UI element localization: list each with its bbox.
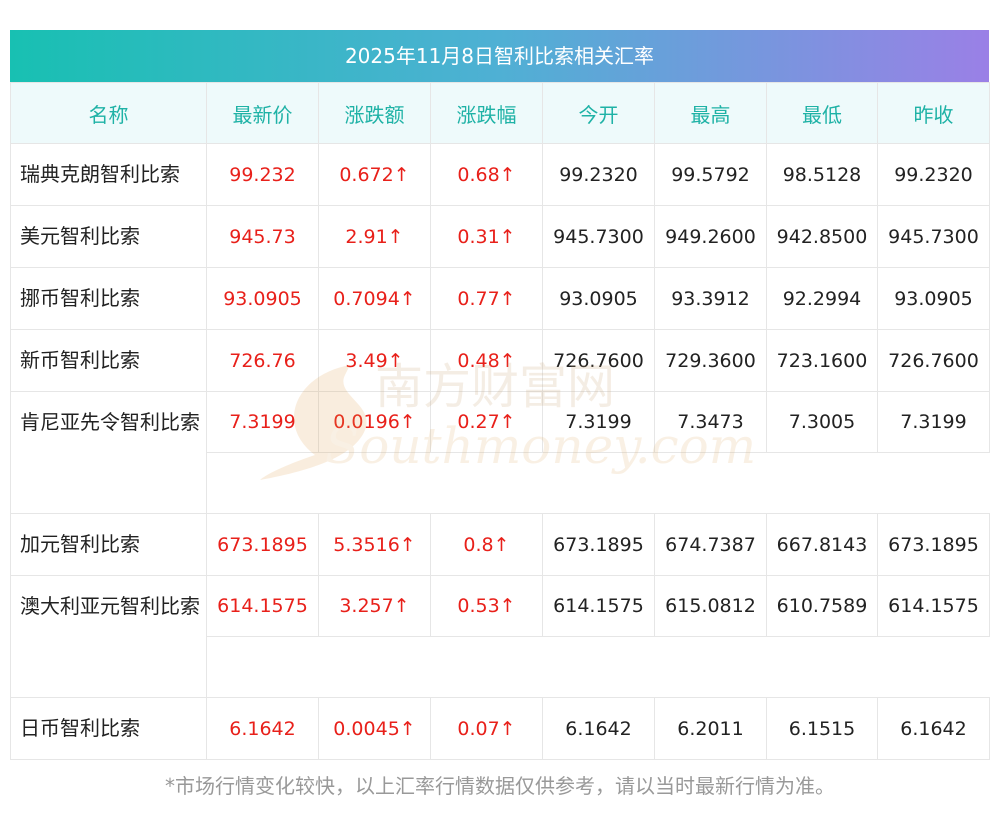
- table-title: 2025年11月8日智利比索相关汇率: [10, 30, 989, 82]
- currency-name: 澳大利亚元智利比索: [10, 575, 207, 698]
- high-price: 93.3912: [654, 267, 767, 330]
- header-name: 名称: [10, 82, 207, 144]
- header-change: 涨跌额: [318, 82, 431, 144]
- low-price: 6.1515: [766, 697, 878, 760]
- latest-price: 614.1575: [206, 575, 319, 637]
- high-price: 615.0812: [654, 575, 767, 637]
- open-price: 726.7600: [542, 329, 655, 392]
- header-low: 最低: [766, 82, 878, 144]
- header-change-pct: 涨跌幅: [430, 82, 543, 144]
- prev-close: 726.7600: [877, 329, 990, 392]
- disclaimer-footnote: *市场行情变化较快，以上汇率行情数据仅供参考，请以当时最新行情为准。: [165, 774, 835, 798]
- table-row: 挪币智利比索 93.0905 0.7094↑ 0.77↑ 93.0905 93.…: [10, 267, 990, 330]
- change-percent: 0.48↑: [430, 329, 543, 392]
- prev-close: 614.1575: [877, 575, 990, 637]
- prev-close: 945.7300: [877, 205, 990, 268]
- low-price: 7.3005: [766, 391, 878, 453]
- change-amount: 0.0196↑: [318, 391, 431, 453]
- open-price: 614.1575: [542, 575, 655, 637]
- low-price: 723.1600: [766, 329, 878, 392]
- open-price: 945.7300: [542, 205, 655, 268]
- prev-close: 99.2320: [877, 143, 990, 206]
- prev-close: 673.1895: [877, 513, 990, 576]
- open-price: 93.0905: [542, 267, 655, 330]
- table-row: 肯尼亚先令智利比索 7.3199 0.0196↑ 0.27↑ 7.3199 7.…: [10, 391, 990, 514]
- change-amount: 5.3516↑: [318, 513, 431, 576]
- open-price: 7.3199: [542, 391, 655, 453]
- open-price: 99.2320: [542, 143, 655, 206]
- high-price: 674.7387: [654, 513, 767, 576]
- table-row: 瑞典克朗智利比索 99.232 0.672↑ 0.68↑ 99.2320 99.…: [10, 143, 990, 206]
- change-percent: 0.53↑: [430, 575, 543, 637]
- open-price: 6.1642: [542, 697, 655, 760]
- latest-price: 7.3199: [206, 391, 319, 453]
- high-price: 949.2600: [654, 205, 767, 268]
- low-price: 92.2994: [766, 267, 878, 330]
- latest-price: 945.73: [206, 205, 319, 268]
- table-row: 美元智利比索 945.73 2.91↑ 0.31↑ 945.7300 949.2…: [10, 205, 990, 268]
- table-header-row: 名称 最新价 涨跌额 涨跌幅 今开 最高 最低 昨收: [10, 82, 990, 144]
- high-price: 6.2011: [654, 697, 767, 760]
- currency-name: 加元智利比索: [10, 513, 207, 576]
- table-row: 澳大利亚元智利比索 614.1575 3.257↑ 0.53↑ 614.1575…: [10, 575, 990, 698]
- latest-price: 726.76: [206, 329, 319, 392]
- prev-close: 7.3199: [877, 391, 990, 453]
- low-price: 610.7589: [766, 575, 878, 637]
- currency-name: 瑞典克朗智利比索: [10, 143, 207, 206]
- change-amount: 0.0045↑: [318, 697, 431, 760]
- low-price: 942.8500: [766, 205, 878, 268]
- latest-price: 99.232: [206, 143, 319, 206]
- prev-close: 93.0905: [877, 267, 990, 330]
- change-percent: 0.27↑: [430, 391, 543, 453]
- currency-name: 肯尼亚先令智利比索: [10, 391, 207, 514]
- change-percent: 0.31↑: [430, 205, 543, 268]
- header-open: 今开: [542, 82, 655, 144]
- prev-close: 6.1642: [877, 697, 990, 760]
- currency-name: 新币智利比索: [10, 329, 207, 392]
- table-row: 加元智利比索 673.1895 5.3516↑ 0.8↑ 673.1895 67…: [10, 513, 990, 576]
- change-amount: 3.49↑: [318, 329, 431, 392]
- table-row: 日币智利比索 6.1642 0.0045↑ 0.07↑ 6.1642 6.201…: [10, 697, 990, 760]
- change-percent: 0.68↑: [430, 143, 543, 206]
- header-latest: 最新价: [206, 82, 319, 144]
- low-price: 667.8143: [766, 513, 878, 576]
- open-price: 673.1895: [542, 513, 655, 576]
- rates-table: 名称 最新价 涨跌额 涨跌幅 今开 最高 最低 昨收 瑞典克朗智利比索 99.2…: [10, 82, 990, 760]
- change-amount: 2.91↑: [318, 205, 431, 268]
- empty-cell: [206, 452, 990, 514]
- low-price: 98.5128: [766, 143, 878, 206]
- change-percent: 0.07↑: [430, 697, 543, 760]
- currency-name: 美元智利比索: [10, 205, 207, 268]
- currency-name: 挪币智利比索: [10, 267, 207, 330]
- header-high: 最高: [654, 82, 767, 144]
- empty-cell: [206, 636, 990, 698]
- latest-price: 673.1895: [206, 513, 319, 576]
- latest-price: 93.0905: [206, 267, 319, 330]
- change-percent: 0.8↑: [430, 513, 543, 576]
- rates-panel: 2025年11月8日智利比索相关汇率 名称 最新价 涨跌额 涨跌幅 今开 最高 …: [10, 30, 990, 760]
- change-percent: 0.77↑: [430, 267, 543, 330]
- change-amount: 3.257↑: [318, 575, 431, 637]
- latest-price: 6.1642: [206, 697, 319, 760]
- header-prev-close: 昨收: [877, 82, 990, 144]
- high-price: 99.5792: [654, 143, 767, 206]
- table-row: 新币智利比索 726.76 3.49↑ 0.48↑ 726.7600 729.3…: [10, 329, 990, 392]
- change-amount: 0.7094↑: [318, 267, 431, 330]
- high-price: 729.3600: [654, 329, 767, 392]
- currency-name: 日币智利比索: [10, 697, 207, 760]
- high-price: 7.3473: [654, 391, 767, 453]
- change-amount: 0.672↑: [318, 143, 431, 206]
